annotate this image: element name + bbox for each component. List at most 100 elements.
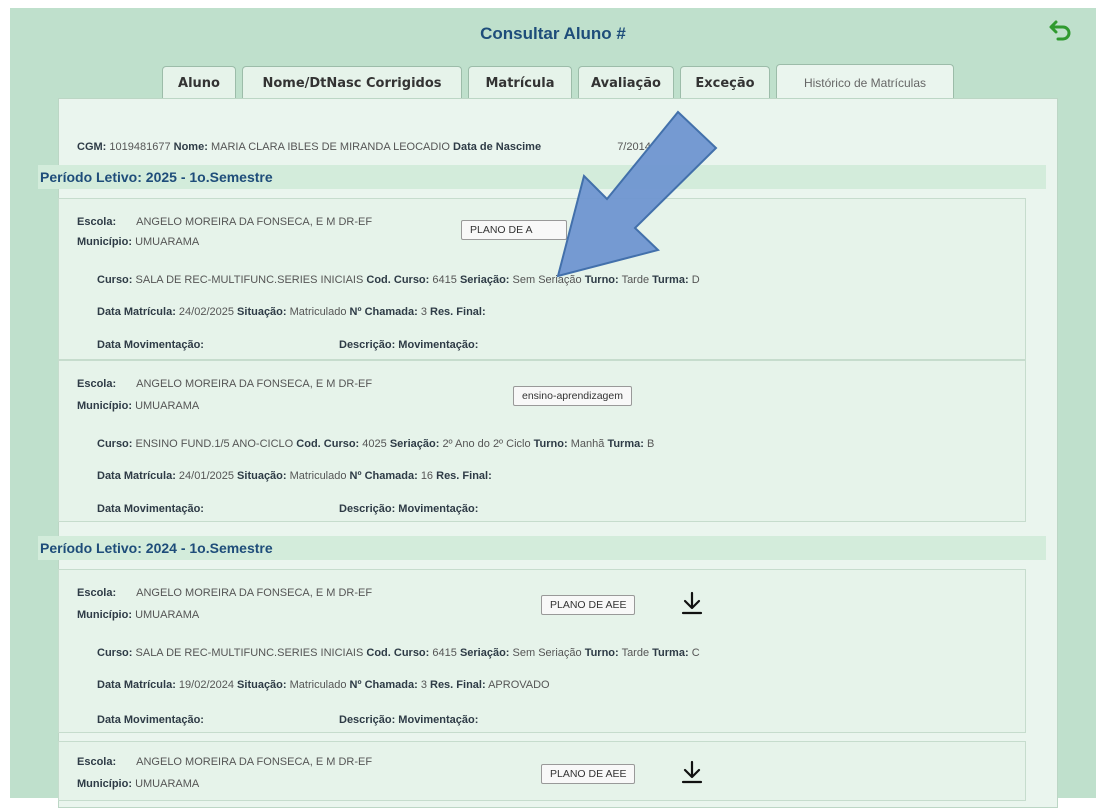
nome-value: MARIA CLARA IBLES DE MIRANDA LEOCADIO [210, 141, 450, 153]
descricao-movimentacao-label: Descrição: Movimentação: [339, 339, 479, 351]
res-final-label: Res. Final: [430, 306, 486, 318]
escola-value: ANGELO MOREIRA DA FONSECA, E M DR-EF [136, 216, 373, 228]
turma-label: Turma: [607, 438, 644, 450]
curso-value: SALA DE REC-MULTIFUNC.SERIES INICIAIS [135, 274, 364, 286]
enrollment-card: Escola: ANGELO MOREIRA DA FONSECA, E M DR… [58, 569, 1026, 733]
situacao-value: Matriculado [289, 470, 347, 482]
turno-value: Tarde [621, 647, 650, 659]
chamada-label: Nº Chamada: [349, 679, 418, 691]
escola-label: Escola: [77, 216, 117, 228]
curso-label: Curso: [97, 647, 133, 659]
situacao-value: Matriculado [289, 306, 347, 318]
escola-value: ANGELO MOREIRA DA FONSECA, E M DR-EF [136, 378, 373, 390]
curso-label: Curso: [97, 274, 133, 286]
cod-curso-value: 6415 [432, 647, 457, 659]
page-title: Consultar Aluno # [480, 24, 626, 43]
data-matricula-value: 24/02/2025 [178, 306, 234, 318]
enrollment-card: Escola: ANGELO MOREIRA DA FONSECA, E M DR… [58, 741, 1026, 801]
tab-nome-dtnasc[interactable]: Nome/DtNasc Corrigidos [242, 66, 462, 99]
escola-label: Escola: [77, 756, 117, 768]
chamada-label: Nº Chamada: [349, 470, 418, 482]
curso-value: SALA DE REC-MULTIFUNC.SERIES INICIAIS [135, 647, 364, 659]
turma-value: B [646, 438, 655, 450]
page-frame: Consultar Aluno # Aluno Nome/DtNasc Corr… [10, 8, 1096, 808]
seriacao-label: Seriação: [459, 647, 510, 659]
escola-label: Escola: [77, 587, 117, 599]
turno-label: Turno: [533, 438, 568, 450]
tab-avaliacao[interactable]: Avaliação [578, 66, 674, 99]
chamada-value: 16 [420, 470, 434, 482]
turma-value: D [691, 274, 700, 286]
municipio-label: Município: [77, 778, 132, 790]
curso-value: ENSINO FUND.1/5 ANO-CICLO [135, 438, 294, 450]
plano-aee-button[interactable]: PLANO DE A [461, 220, 567, 240]
res-final-label: Res. Final: [436, 470, 492, 482]
res-final-value: APROVADO [488, 679, 550, 691]
res-final-label: Res. Final: [430, 679, 486, 691]
turno-value: Tarde [621, 274, 650, 286]
situacao-label: Situação: [237, 679, 287, 691]
student-info: CGM: 1019481677 Nome: MARIA CLARA IBLES … [77, 141, 651, 153]
seriacao-value: Sem Seriação [512, 274, 582, 286]
tab-historico-matriculas[interactable]: Histórico de Matrículas [776, 64, 954, 100]
turno-label: Turno: [584, 647, 619, 659]
cod-curso-label: Cod. Curso: [366, 647, 430, 659]
cgm-value: 1019481677 [109, 141, 171, 153]
turno-label: Turno: [584, 274, 619, 286]
turno-value: Manhã [570, 438, 605, 450]
turma-label: Turma: [652, 274, 689, 286]
download-icon[interactable] [681, 760, 703, 784]
period-header-2024: Período Letivo: 2024 - 1o.Semestre [38, 536, 1046, 560]
nascimento-value: 7/2014 [617, 141, 651, 153]
ensino-aprendizagem-button[interactable]: ensino-aprendizagem [513, 386, 632, 406]
municipio-label: Município: [77, 400, 132, 412]
seriacao-value: Sem Seriação [512, 647, 582, 659]
seriacao-label: Seriação: [389, 438, 440, 450]
data-mov-label: Data Movimentação: [97, 714, 204, 726]
seriacao-label: Seriação: [459, 274, 510, 286]
data-matricula-label: Data Matrícula: [97, 470, 176, 482]
chamada-label: Nº Chamada: [349, 306, 418, 318]
municipio-label: Município: [77, 236, 132, 248]
situacao-label: Situação: [237, 470, 287, 482]
tab-excecao[interactable]: Exceção [680, 66, 770, 99]
chamada-value: 3 [420, 679, 427, 691]
turma-label: Turma: [652, 647, 689, 659]
plano-aee-button[interactable]: PLANO DE AEE [541, 764, 636, 784]
desc-mov-label: Descrição: Movimentação: [339, 714, 479, 726]
escola-value: ANGELO MOREIRA DA FONSECA, E M DR-EF [136, 756, 373, 768]
municipio-value: UMUARAMA [135, 778, 200, 790]
escola-label: Escola: [77, 378, 117, 390]
municipio-value: UMUARAMA [135, 400, 200, 412]
enrollment-card: Escola: ANGELO MOREIRA DA FONSECA, E M DR… [58, 198, 1026, 360]
nome-label: Nome: [173, 141, 208, 153]
cod-curso-value: 6415 [432, 274, 457, 286]
enrollment-card: Escola: ANGELO MOREIRA DA FONSECA, E M DR… [58, 360, 1026, 522]
data-matricula-label: Data Matrícula: [97, 679, 176, 691]
data-matricula-value: 19/02/2024 [178, 679, 234, 691]
situacao-label: Situação: [237, 306, 287, 318]
back-arrow-icon[interactable] [1048, 16, 1074, 42]
plano-aee-button[interactable]: PLANO DE AEE [541, 595, 636, 615]
cod-curso-value: 4025 [362, 438, 387, 450]
period-header-2025: Período Letivo: 2025 - 1o.Semestre [38, 165, 1046, 189]
desc-mov-label: Descrição: Movimentação: [339, 503, 479, 515]
chamada-value: 3 [420, 306, 427, 318]
data-mov-label: Data Movimentação: [97, 503, 204, 515]
download-icon[interactable] [681, 591, 703, 615]
cod-curso-label: Cod. Curso: [366, 274, 430, 286]
escola-value: ANGELO MOREIRA DA FONSECA, E M DR-EF [136, 587, 373, 599]
seriacao-value: 2º Ano do 2º Ciclo [442, 438, 531, 450]
data-matricula-value: 24/01/2025 [178, 470, 234, 482]
nascimento-label: Data de Nascime [453, 141, 542, 153]
cgm-label: CGM: [77, 141, 107, 153]
municipio-value: UMUARAMA [135, 609, 200, 621]
turma-value: C [691, 647, 700, 659]
municipio-label: Município: [77, 609, 132, 621]
tab-matricula[interactable]: Matrícula [468, 66, 572, 99]
data-movimentacao-label: Data Movimentação: [97, 339, 204, 351]
curso-label: Curso: [97, 438, 133, 450]
tab-aluno[interactable]: Aluno [162, 66, 236, 99]
cod-curso-label: Cod. Curso: [296, 438, 360, 450]
situacao-value: Matriculado [289, 679, 347, 691]
